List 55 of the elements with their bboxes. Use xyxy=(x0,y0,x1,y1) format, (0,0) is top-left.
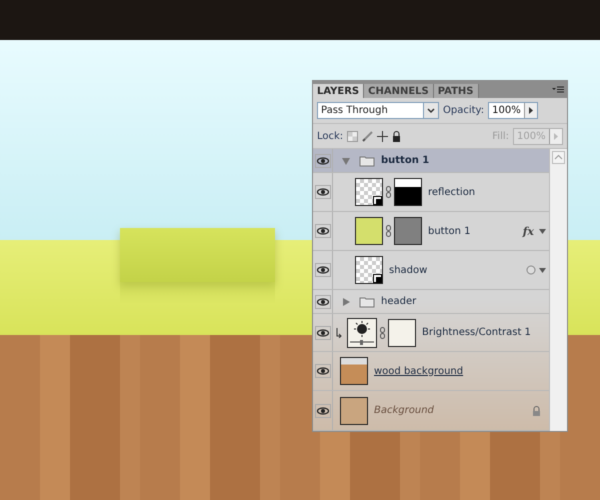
layer-name: shadow xyxy=(389,264,428,276)
layer-row[interactable]: button 1 fx xyxy=(313,212,549,251)
layer-row[interactable]: Brightness/Contrast 1 xyxy=(313,314,549,352)
layer-name: header xyxy=(381,296,416,307)
brightness-adjustment-icon xyxy=(347,318,377,348)
layer-name: Background xyxy=(374,405,434,416)
layer-mask-thumbnail xyxy=(394,217,422,245)
eye-icon[interactable] xyxy=(314,364,330,378)
layer-row[interactable]: reflection xyxy=(313,173,549,212)
fill-label: Fill: xyxy=(492,130,509,142)
brush-icon[interactable] xyxy=(362,130,374,142)
scrollbar[interactable] xyxy=(549,149,567,431)
smart-object-icon xyxy=(373,274,382,283)
layer-row[interactable]: shadow xyxy=(313,251,549,290)
panel-tab[interactable]: PATHS xyxy=(434,84,479,98)
eye-icon[interactable] xyxy=(314,263,330,277)
layer-mask-thumbnail xyxy=(388,318,416,346)
expand-triangle-icon[interactable] xyxy=(341,296,351,306)
layer-row[interactable]: wood background xyxy=(313,352,549,391)
layer-name: wood background xyxy=(374,366,464,376)
smart-object-icon xyxy=(373,196,382,205)
blend-mode-dropdown[interactable]: Pass Through xyxy=(317,102,439,119)
layer-group-row[interactable]: button 1 xyxy=(313,149,549,173)
opacity-label: Opacity: xyxy=(443,105,484,116)
panel-menu-icon[interactable] xyxy=(552,86,564,94)
dropdown-arrow-icon[interactable] xyxy=(539,268,546,272)
eye-icon[interactable] xyxy=(314,154,330,168)
layer-name: reflection xyxy=(428,186,476,198)
eye-icon[interactable] xyxy=(314,224,330,238)
eye-icon[interactable] xyxy=(314,326,330,340)
opacity-field[interactable]: 100% xyxy=(488,102,538,119)
folder-icon xyxy=(359,154,375,166)
effects-badge[interactable]: fx xyxy=(520,224,536,238)
folder-icon xyxy=(359,296,375,308)
layer-thumbnail xyxy=(340,357,368,385)
panel-tab[interactable]: LAYERS xyxy=(313,84,364,98)
layer-name: button 1 xyxy=(428,226,471,236)
layer-group-row[interactable]: header xyxy=(313,290,549,314)
link-icon xyxy=(386,225,391,237)
lock-label: Lock: xyxy=(317,130,344,142)
lock-icon[interactable] xyxy=(392,130,402,142)
panel-tab[interactable]: CHANNELS xyxy=(364,84,434,98)
layer-name: button 1 xyxy=(381,155,430,166)
layer-mask-thumbnail xyxy=(394,178,422,206)
move-icon[interactable] xyxy=(377,130,388,142)
eye-icon[interactable] xyxy=(314,404,330,418)
layer-row[interactable]: Background xyxy=(313,391,549,431)
caret-icon xyxy=(423,103,438,118)
dropdown-arrow-icon[interactable] xyxy=(539,228,546,234)
layer-name: Brightness/Contrast 1 xyxy=(422,327,531,338)
layer-thumbnail xyxy=(355,217,383,245)
eye-icon[interactable] xyxy=(314,294,330,308)
layer-thumbnail xyxy=(340,396,368,424)
eye-icon[interactable] xyxy=(314,185,330,199)
link-icon xyxy=(380,326,385,338)
